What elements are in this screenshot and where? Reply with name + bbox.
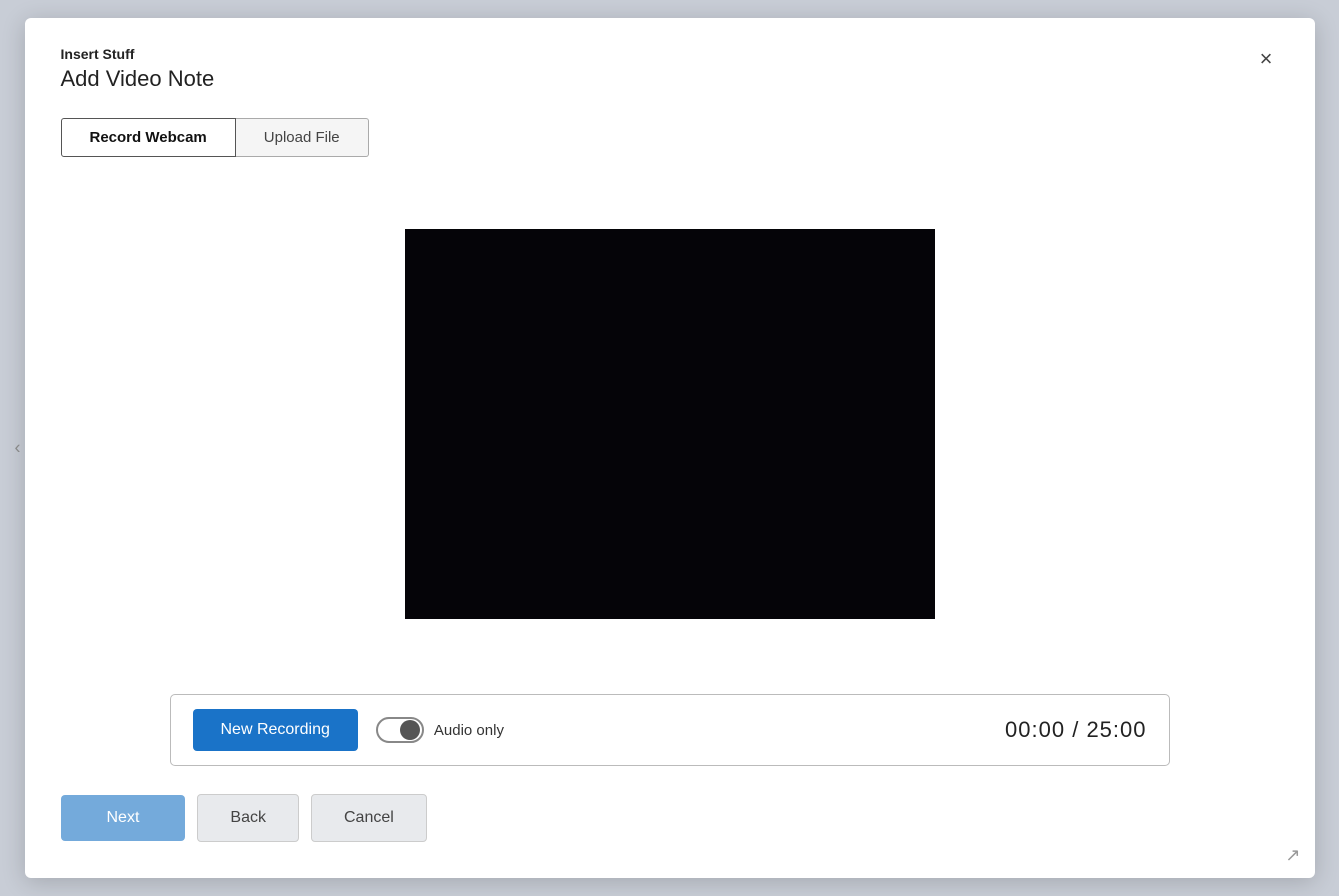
modal-title-block: Insert Stuff Add Video Note: [61, 46, 215, 92]
modal-dialog: ‹ Insert Stuff Add Video Note × Record W…: [25, 18, 1315, 878]
resize-handle-icon[interactable]: ↗: [1285, 846, 1300, 864]
recording-controls: New Recording Audio only 00:00 / 25:00: [170, 694, 1170, 766]
next-button[interactable]: Next: [61, 795, 186, 841]
footer-buttons: Next Back Cancel: [61, 794, 1279, 842]
video-preview: [405, 229, 935, 619]
modal-title-large: Add Video Note: [61, 66, 215, 92]
audio-only-label: Audio only: [434, 722, 504, 739]
close-button[interactable]: ×: [1254, 46, 1279, 72]
tabs-row: Record Webcam Upload File: [61, 118, 1279, 157]
audio-only-toggle[interactable]: [376, 717, 424, 743]
back-button[interactable]: Back: [197, 794, 299, 842]
modal-title-small: Insert Stuff: [61, 46, 215, 62]
audio-only-toggle-container: Audio only: [376, 717, 504, 743]
tab-record-webcam[interactable]: Record Webcam: [61, 118, 236, 157]
tab-upload-file[interactable]: Upload File: [236, 118, 369, 157]
page-background: ‹ Insert Stuff Add Video Note × Record W…: [0, 0, 1339, 896]
toggle-knob: [400, 720, 420, 740]
modal-header: Insert Stuff Add Video Note ×: [61, 46, 1279, 92]
video-area: [61, 175, 1279, 672]
timer-display: 00:00 / 25:00: [1005, 717, 1146, 743]
cancel-button[interactable]: Cancel: [311, 794, 427, 842]
left-arrow-icon: ‹: [15, 438, 21, 459]
new-recording-button[interactable]: New Recording: [193, 709, 358, 751]
